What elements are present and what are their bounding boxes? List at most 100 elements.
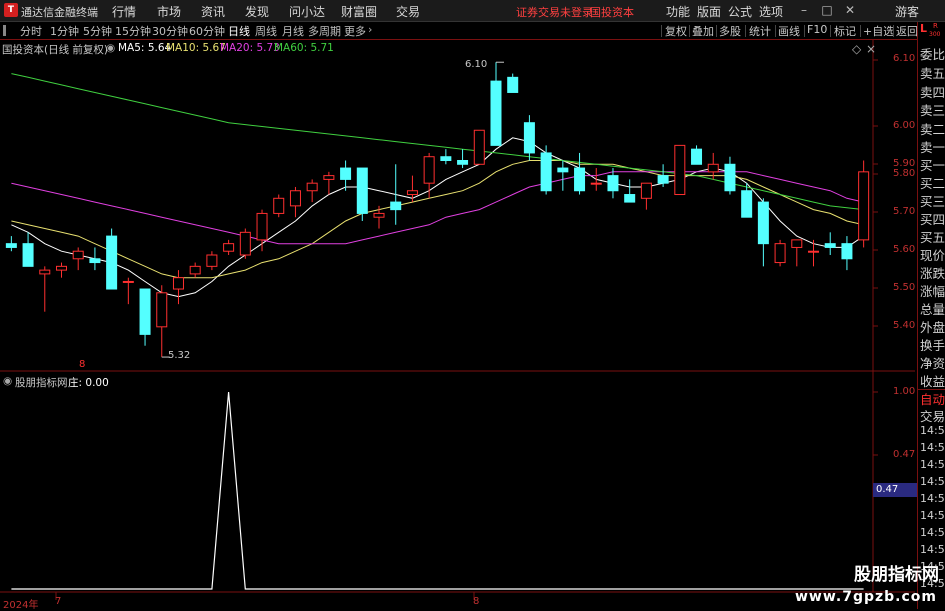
indicator-title: 股朋指标网 xyxy=(15,377,68,389)
candle xyxy=(106,228,118,290)
label-change-pct: 涨幅 xyxy=(920,284,945,299)
candle-body xyxy=(423,156,435,184)
ma-line-ma5 xyxy=(11,137,864,298)
candle-body xyxy=(473,129,485,165)
indicator-y-tick-1: 1.00 xyxy=(893,386,916,397)
chart-title: 国投资本(日线 前复权) xyxy=(2,44,109,56)
candle-body xyxy=(189,265,201,275)
candle xyxy=(22,232,34,267)
candle xyxy=(55,262,67,278)
candle xyxy=(39,266,51,312)
candle-body xyxy=(89,258,101,264)
trade-time: 14:56 xyxy=(920,424,945,437)
candle-body xyxy=(774,243,786,264)
y-tick-5-70: 5.70 xyxy=(893,206,916,217)
label-change: 涨跌 xyxy=(920,266,945,281)
candle xyxy=(89,247,101,271)
trade-time: 14:56 xyxy=(920,543,945,556)
y-tick-6-10: 6.10 xyxy=(893,53,916,64)
watermark-url: www.7gpzb.com xyxy=(794,589,937,605)
label-weibi: 委比 xyxy=(920,47,945,62)
candle xyxy=(724,156,736,195)
label-volume: 总量 xyxy=(920,302,945,317)
y-tick-5-40: 5.40 xyxy=(893,320,916,331)
trade-time: 14:56 xyxy=(920,509,945,522)
low-price-label: 5.32 xyxy=(168,350,191,361)
candle-body xyxy=(223,243,235,252)
label-buy1: 买一 xyxy=(920,158,945,173)
candle-body xyxy=(657,175,669,184)
x-month-label-8: 8 xyxy=(473,596,480,607)
ma-line-ma20 xyxy=(11,171,864,245)
candle-body xyxy=(791,239,803,248)
candle-body xyxy=(323,175,335,180)
ma10-legend: MA10: 5.67 xyxy=(166,42,226,54)
ma60-label: MA60: xyxy=(274,42,308,54)
candle xyxy=(206,251,218,271)
candle xyxy=(557,160,569,191)
candle xyxy=(624,179,636,203)
trade-time: 14:56 xyxy=(920,458,945,471)
candle xyxy=(72,247,84,271)
candle xyxy=(757,198,769,267)
ma-line-ma60 xyxy=(11,73,864,211)
candle xyxy=(741,183,753,218)
x-month-label-7: 7 xyxy=(55,596,62,607)
trade-label[interactable]: 交易 xyxy=(920,406,945,425)
candle-body xyxy=(490,80,502,146)
chart-settings-icon[interactable]: ◉ xyxy=(106,42,115,54)
candle xyxy=(5,236,17,252)
candle xyxy=(122,277,134,305)
y-tick-5-60: 5.60 xyxy=(893,244,916,255)
high-price-label: 6.10 xyxy=(465,59,488,70)
candle xyxy=(256,209,268,252)
label-sell4: 卖四 xyxy=(920,85,945,100)
ma5-legend: MA5: 5.64 xyxy=(118,42,171,54)
candle-body xyxy=(523,122,535,154)
candle xyxy=(223,239,235,255)
ma20-legend: MA20: 5.73 xyxy=(220,42,280,54)
ma20-label: MA20: xyxy=(220,42,254,54)
ma-line-ma10 xyxy=(11,160,864,279)
candle xyxy=(574,152,586,195)
candle-body xyxy=(824,243,836,248)
candle-body xyxy=(624,194,636,203)
candle-body xyxy=(289,190,301,207)
candle-body xyxy=(156,292,168,328)
candle xyxy=(406,175,418,203)
candle xyxy=(858,160,870,248)
label-sell1: 卖一 xyxy=(920,140,945,155)
candle xyxy=(507,73,519,93)
candle xyxy=(457,149,469,169)
label-buy4: 买四 xyxy=(920,212,945,227)
label-buy2: 买二 xyxy=(920,176,945,191)
indicator-settings-icon[interactable]: ◉ xyxy=(3,375,12,387)
candle xyxy=(172,270,184,305)
candle-body xyxy=(557,167,569,173)
candle-body xyxy=(55,265,67,271)
label-earnings: 收益 xyxy=(920,374,945,389)
close-panel-icon[interactable]: × xyxy=(866,42,876,56)
collapse-icon[interactable]: ◇ xyxy=(852,42,861,56)
trade-time: 14:56 xyxy=(920,475,945,488)
candle-body xyxy=(306,182,318,192)
kline-chart-svg xyxy=(0,40,915,600)
candle-body xyxy=(674,144,686,196)
candle-body xyxy=(707,163,719,173)
candle-body xyxy=(406,190,418,196)
candle xyxy=(691,145,703,165)
trade-time: 14:56 xyxy=(920,526,945,539)
cursor-value-badge: 0.47 xyxy=(873,483,918,497)
indicator-series-value: 0.00 xyxy=(85,377,109,389)
label-sell3: 卖三 xyxy=(920,103,945,118)
candle xyxy=(540,145,552,195)
label-net-assets: 净资 xyxy=(920,356,945,371)
ma5-label: MA5: xyxy=(118,42,145,54)
label-price: 现价 xyxy=(920,248,945,263)
candle xyxy=(490,62,502,146)
label-buy3: 买三 xyxy=(920,194,945,209)
candle-body xyxy=(22,243,34,267)
ma10-label: MA10: xyxy=(166,42,200,54)
candle-body xyxy=(72,250,84,260)
candle xyxy=(774,239,786,267)
